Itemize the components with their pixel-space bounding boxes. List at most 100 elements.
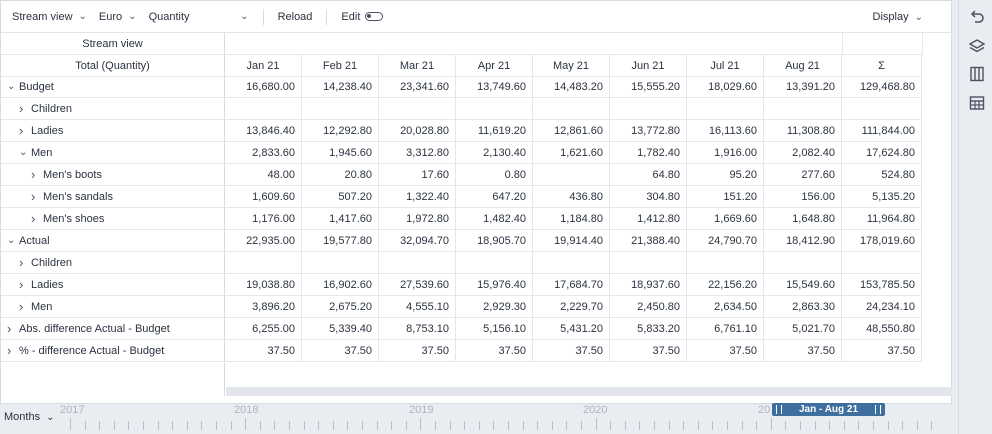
view-dropdown[interactable]: Stream view ⌄ [1,1,93,33]
table-cell[interactable]: 27,539.60 [379,274,456,296]
table-cell[interactable]: 111,844.00 [842,120,922,142]
table-cell[interactable]: 2,082.40 [764,142,842,164]
row-header[interactable]: ⌄ Budget [1,76,225,98]
column-header-6[interactable]: Jul 21 [687,55,764,77]
table-cell[interactable]: 24,790.70 [687,230,764,252]
book-icon[interactable] [968,65,986,83]
column-header-7[interactable]: Aug 21 [764,55,842,77]
table-cell[interactable]: 64.80 [610,164,687,186]
table-cell[interactable]: 277.60 [764,164,842,186]
table-cell[interactable]: 13,391.20 [764,76,842,98]
table-cell[interactable]: 1,621.60 [533,142,610,164]
row-header[interactable]: ›% - difference Actual - Budget [1,340,225,362]
row-header[interactable]: ⌄ Actual [1,230,225,252]
table-cell[interactable]: 1,417.60 [302,208,379,230]
table-cell[interactable]: 14,483.20 [533,76,610,98]
table-cell[interactable]: 14,238.40 [302,76,379,98]
table-icon[interactable] [968,94,986,112]
reload-button[interactable]: Reload [272,1,319,33]
table-cell[interactable]: 507.20 [302,186,379,208]
range-end-handle[interactable] [875,405,881,414]
table-cell[interactable]: 16,113.60 [687,120,764,142]
table-cell[interactable]: 32,094.70 [379,230,456,252]
table-cell[interactable]: 37.50 [764,340,842,362]
table-cell[interactable]: 19,577.80 [302,230,379,252]
chevron-down-icon[interactable]: ⌄ [7,235,19,246]
column-header-4[interactable]: May 21 [533,55,610,77]
table-cell[interactable]: 11,308.80 [764,120,842,142]
range-start-handle[interactable] [776,405,782,414]
table-cell[interactable]: 5,431.20 [533,318,610,340]
table-cell[interactable]: 2,229.70 [533,296,610,318]
chevron-right-icon[interactable]: › [19,255,31,270]
row-header[interactable]: › Men [1,296,225,318]
table-cell[interactable]: 15,549.60 [764,274,842,296]
table-cell[interactable]: 6,761.10 [687,318,764,340]
table-cell[interactable]: 5,156.10 [456,318,533,340]
table-cell[interactable]: 151.20 [687,186,764,208]
measure-dropdown[interactable]: Quantity ⌄ [143,1,255,33]
table-cell[interactable]: 304.80 [610,186,687,208]
table-cell[interactable]: 37.50 [533,340,610,362]
chevron-down-icon[interactable]: ⌄ [7,81,19,92]
row-header[interactable]: › Children [1,252,225,274]
table-cell[interactable] [842,98,922,120]
table-cell[interactable]: 16,902.60 [302,274,379,296]
table-cell[interactable]: 17,624.80 [842,142,922,164]
table-cell[interactable]: 6,255.00 [225,318,302,340]
table-cell[interactable] [533,252,610,274]
table-cell[interactable]: 3,896.20 [225,296,302,318]
table-cell[interactable]: 37.50 [225,340,302,362]
table-cell[interactable]: 8,753.10 [379,318,456,340]
table-cell[interactable]: 12,292.80 [302,120,379,142]
row-header[interactable]: › Abs. difference Actual - Budget [1,318,225,340]
table-cell[interactable]: 19,038.80 [225,274,302,296]
table-cell[interactable]: 0.80 [456,164,533,186]
table-cell[interactable]: 178,019.60 [842,230,922,252]
edit-toggle[interactable]: Edit [335,1,389,33]
table-cell[interactable]: 3,312.80 [379,142,456,164]
table-cell[interactable]: 2,130.40 [456,142,533,164]
column-header-5[interactable]: Jun 21 [610,55,687,77]
table-cell[interactable]: 37.50 [842,340,922,362]
table-cell[interactable]: 18,029.60 [687,76,764,98]
chevron-right-icon[interactable]: › [31,189,43,204]
timeline-range-selector[interactable]: Jan - Aug 21 [772,403,885,416]
table-cell[interactable] [610,98,687,120]
table-cell[interactable]: 20,028.80 [379,120,456,142]
table-cell[interactable]: 15,976.40 [456,274,533,296]
table-cell[interactable] [379,252,456,274]
table-cell[interactable]: 1,482.40 [456,208,533,230]
table-cell[interactable]: 13,846.40 [225,120,302,142]
table-cell[interactable]: 1,184.80 [533,208,610,230]
table-cell[interactable] [610,252,687,274]
table-cell[interactable]: 1,945.60 [302,142,379,164]
horizontal-scrollbar[interactable] [226,387,952,396]
table-cell[interactable] [302,98,379,120]
table-cell[interactable]: 647.20 [456,186,533,208]
table-cell[interactable] [842,252,922,274]
column-header-0[interactable]: Jan 21 [225,55,302,77]
table-cell[interactable]: 156.00 [764,186,842,208]
table-cell[interactable] [379,98,456,120]
table-cell[interactable]: 22,935.00 [225,230,302,252]
table-cell[interactable]: 37.50 [379,340,456,362]
table-cell[interactable]: 20.80 [302,164,379,186]
chevron-right-icon[interactable]: › [7,343,19,358]
column-header-2[interactable]: Mar 21 [379,55,456,77]
table-cell[interactable]: 24,234.10 [842,296,922,318]
table-cell[interactable]: 18,412.90 [764,230,842,252]
row-header[interactable]: › Ladies [1,120,225,142]
table-cell[interactable]: 1,972.80 [379,208,456,230]
table-cell[interactable]: 19,914.40 [533,230,610,252]
table-cell[interactable]: 1,412.80 [610,208,687,230]
table-cell[interactable]: 5,021.70 [764,318,842,340]
table-cell[interactable]: 2,450.80 [610,296,687,318]
table-cell[interactable]: 2,675.20 [302,296,379,318]
table-cell[interactable]: 5,833.20 [610,318,687,340]
table-cell[interactable] [764,252,842,274]
row-header[interactable]: › Ladies [1,274,225,296]
column-header-1[interactable]: Feb 21 [302,55,379,77]
row-header[interactable]: › Men's sandals [1,186,225,208]
layers-icon[interactable] [968,37,986,55]
